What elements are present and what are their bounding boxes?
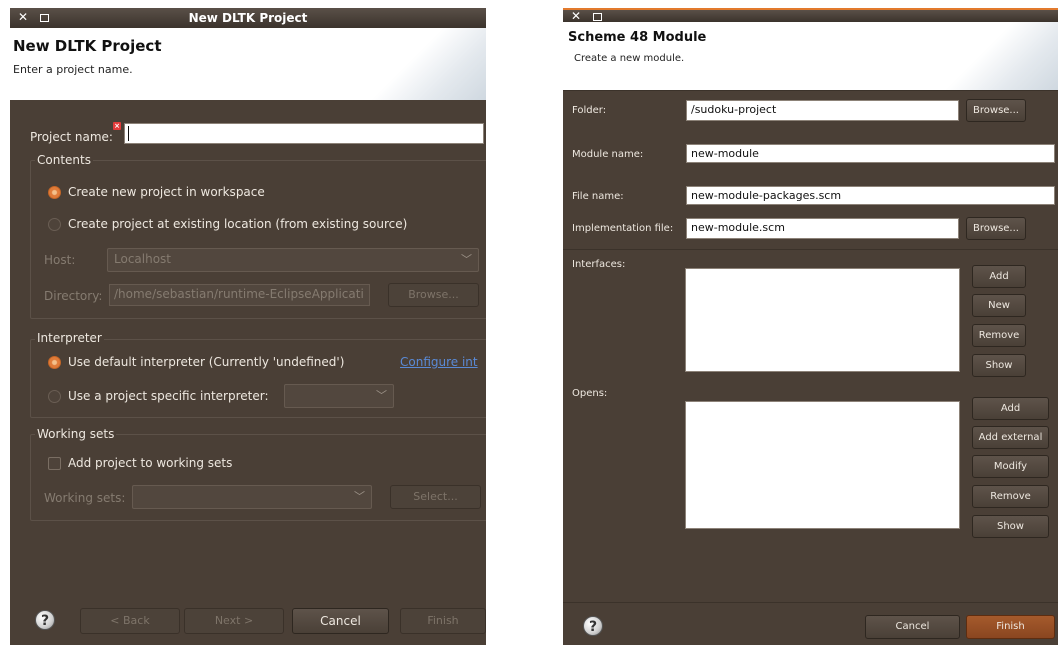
banner-decoration	[366, 28, 486, 100]
finish-button: Finish	[400, 608, 486, 634]
working-sets-select: ﹀	[132, 485, 372, 509]
default-interpreter-radio[interactable]	[48, 356, 61, 369]
browse-directory-button: Browse...	[388, 283, 479, 307]
folder-input[interactable]: /sudoku-project	[686, 100, 959, 121]
banner-description: Create a new module.	[574, 53, 685, 64]
default-interpreter-label[interactable]: Use default interpreter (Currently 'unde…	[68, 355, 344, 369]
banner-separator	[563, 90, 1058, 91]
module-name-input[interactable]: new-module	[686, 144, 1055, 163]
opens-modify-button[interactable]: Modify	[972, 455, 1049, 478]
section-separator	[563, 249, 1058, 250]
title-bar: ✕	[563, 8, 1058, 23]
working-sets-group-title: Working sets	[35, 427, 117, 441]
scheme48-module-dialog: ✕ Scheme 48 Module Create a new module. …	[563, 8, 1058, 645]
chevron-down-icon: ﹀	[354, 490, 365, 503]
opens-list[interactable]	[685, 401, 960, 529]
working-sets-label: Working sets:	[44, 491, 126, 505]
title-bar: ✕ New DLTK Project	[10, 8, 486, 28]
interpreter-select: ﹀	[284, 384, 394, 408]
new-dltk-project-dialog: ✕ New DLTK Project New DLTK Project Ente…	[10, 8, 486, 645]
create-at-existing-label[interactable]: Create project at existing location (fro…	[68, 217, 407, 231]
opens-add-button[interactable]: Add	[972, 397, 1049, 420]
file-name-input[interactable]: new-module-packages.scm	[686, 186, 1055, 205]
directory-input: /home/sebastian/runtime-EclipseApplicati	[109, 284, 370, 306]
error-icon: ×	[113, 122, 121, 130]
module-name-label: Module name:	[572, 149, 644, 160]
window-title: New DLTK Project	[188, 11, 308, 25]
implementation-file-input[interactable]: new-module.scm	[686, 218, 959, 239]
opens-remove-button[interactable]: Remove	[972, 485, 1049, 508]
opens-label: Opens:	[572, 388, 608, 399]
back-button: < Back	[80, 608, 180, 634]
interfaces-remove-button[interactable]: Remove	[972, 324, 1026, 347]
browse-folder-button[interactable]: Browse...	[966, 99, 1026, 122]
cancel-button[interactable]: Cancel	[865, 615, 960, 639]
project-name-input[interactable]	[124, 123, 484, 144]
create-in-workspace-label[interactable]: Create new project in workspace	[68, 185, 265, 199]
host-value: Localhost	[114, 252, 172, 266]
create-at-existing-radio[interactable]	[48, 218, 61, 231]
footer-separator	[563, 602, 1058, 603]
maximize-icon[interactable]	[593, 13, 602, 21]
file-name-label: File name:	[572, 191, 624, 202]
add-to-working-sets-checkbox[interactable]	[48, 457, 61, 470]
help-icon[interactable]: ?	[583, 616, 603, 636]
interfaces-label: Interfaces:	[572, 259, 626, 270]
interfaces-new-button[interactable]: New	[972, 294, 1026, 317]
interfaces-show-button[interactable]: Show	[972, 354, 1026, 377]
banner-title: Scheme 48 Module	[568, 30, 707, 45]
banner-description: Enter a project name.	[13, 63, 133, 76]
next-button: Next >	[184, 608, 284, 634]
host-select: Localhost ﹀	[107, 248, 479, 272]
directory-label: Directory:	[44, 289, 103, 303]
chevron-down-icon: ﹀	[461, 253, 472, 266]
banner-decoration	[938, 22, 1058, 90]
implementation-file-label: Implementation file:	[572, 223, 674, 234]
create-in-workspace-radio[interactable]	[48, 186, 61, 199]
opens-show-button[interactable]: Show	[972, 515, 1049, 538]
specific-interpreter-label[interactable]: Use a project specific interpreter:	[68, 389, 269, 403]
text-cursor	[128, 126, 129, 141]
banner-title: New DLTK Project	[13, 37, 162, 55]
chevron-down-icon: ﹀	[376, 389, 387, 402]
interpreter-group	[30, 339, 486, 418]
select-working-sets-button: Select...	[390, 485, 481, 509]
close-icon[interactable]: ✕	[571, 9, 581, 23]
project-name-label: Project name:	[30, 130, 113, 144]
specific-interpreter-radio[interactable]	[48, 390, 61, 403]
help-icon[interactable]: ?	[35, 610, 55, 630]
browse-implementation-button[interactable]: Browse...	[966, 217, 1026, 240]
interfaces-list[interactable]	[685, 268, 960, 372]
contents-group-title: Contents	[35, 153, 93, 167]
wizard-banner: New DLTK Project Enter a project name.	[10, 28, 486, 100]
host-label: Host:	[44, 253, 76, 267]
folder-label: Folder:	[572, 105, 607, 116]
opens-add-external-button[interactable]: Add external	[972, 426, 1049, 449]
interpreter-group-title: Interpreter	[35, 331, 104, 345]
cancel-button[interactable]: Cancel	[292, 608, 389, 634]
add-to-working-sets-label[interactable]: Add project to working sets	[68, 456, 232, 470]
finish-button[interactable]: Finish	[966, 615, 1055, 639]
configure-interpreters-link[interactable]: Configure int	[400, 355, 478, 369]
wizard-banner: Scheme 48 Module Create a new module.	[563, 22, 1058, 90]
interfaces-add-button[interactable]: Add	[972, 265, 1026, 288]
